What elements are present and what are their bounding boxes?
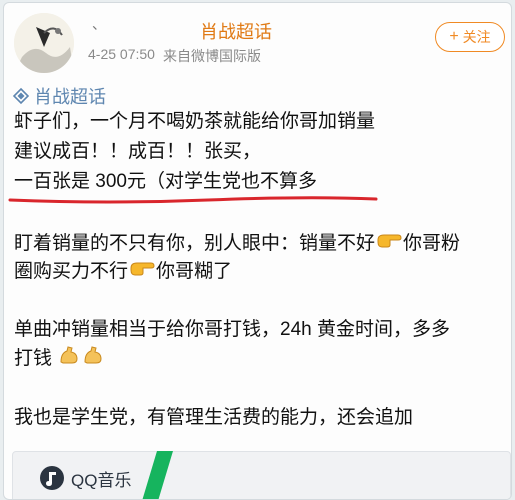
post-line-6: 单曲冲销量相当于给你哥打钱，24h 黄金时间，多多 [14,319,450,340]
pointing-hand-icon [376,231,402,257]
follow-label: 关注 [462,29,491,45]
post-line-2: 建议成百！！成百！！张买， [14,141,262,162]
follow-button[interactable]: + 关注 [435,22,505,52]
green-decoration [142,451,173,499]
topic-tag-label: 肖战超话 [34,87,106,107]
avatar-image [14,13,74,73]
post-line-7-text: 打钱 [14,348,53,370]
qq-music-brand: QQ音乐 [71,470,132,490]
post-line-5-text-a: 圈购买力不行 [14,261,129,283]
plus-icon: + [449,28,459,45]
qq-music-logo: QQ音乐 [39,465,131,491]
post-line-3: 一百张是 300元（对学生党也不算多 [14,171,317,192]
qq-music-icon [40,466,64,490]
topic-tag[interactable]: 肖战超话 [12,83,106,109]
post-source: 来自微博国际版 [162,48,261,64]
account-name[interactable]: 肖战超话 [200,18,272,44]
flexed-biceps-icon [58,345,80,373]
post-line-4-text-b: 你哥粉 [403,233,461,255]
post-timestamp: 4-25 07:50 [88,46,155,62]
flexed-biceps-icon [82,345,104,373]
post-line-5-text-b: 你哥糊了 [156,261,233,283]
red-underline-annotation [8,196,378,204]
avatar[interactable] [14,13,74,73]
post-line-4-text-a: 盯着销量的不只有你，别人眼中：销量不好 [14,233,376,255]
post-meta: 4-25 07:50 来自微博国际版 [88,46,261,66]
post-line-7: 打钱 [14,345,105,373]
pointing-hand-icon [129,259,155,285]
qq-music-card[interactable]: QQ音乐 [12,451,511,499]
post-line-5: 圈购买力不行 你哥糊了 [14,259,232,285]
post-line-4: 盯着销量的不只有你，别人眼中：销量不好 你哥粉 [14,231,460,257]
topic-diamond-icon [12,87,30,105]
tiny-mark: 、 [92,16,106,32]
weibo-post-card: 、 肖战超话 4-25 07:50 来自微博国际版 + 关注 肖战超话 虾子们，… [3,2,512,500]
post-line-8: 我也是学生党，有管理生活费的能力，还会追加 [14,407,414,428]
post-line-1: 虾子们，一个月不喝奶茶就能给你哥加销量 [14,111,376,132]
